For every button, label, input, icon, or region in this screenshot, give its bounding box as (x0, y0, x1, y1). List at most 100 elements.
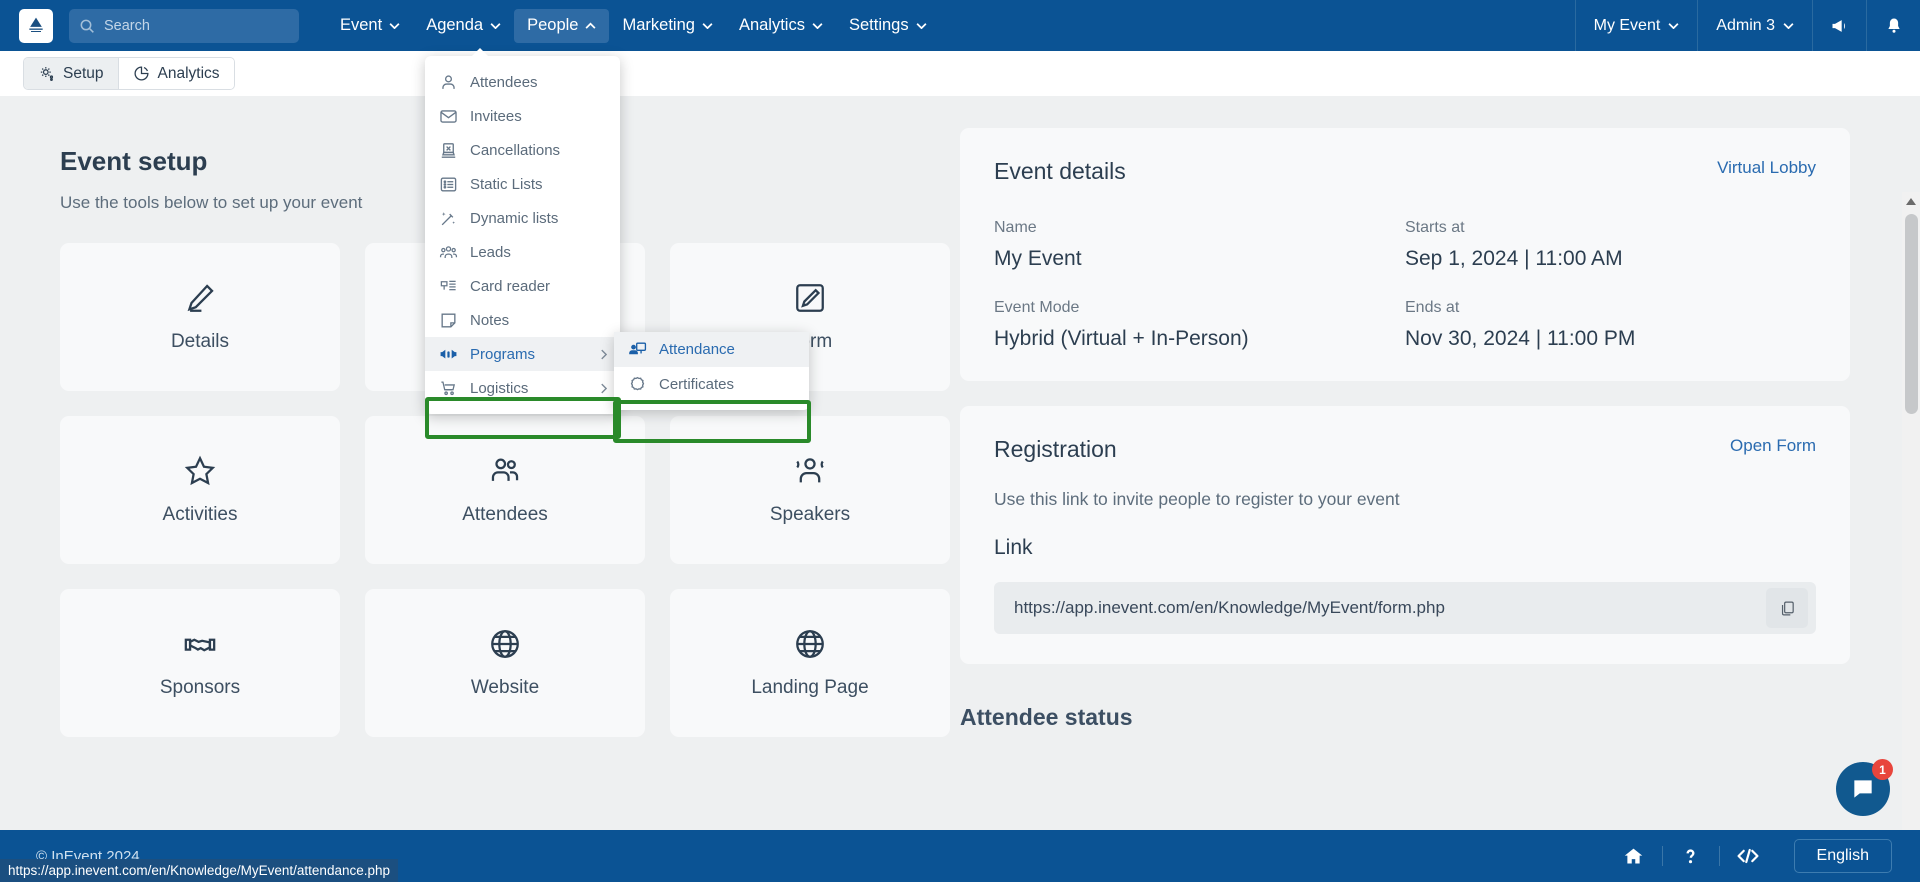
vertical-scrollbar[interactable] (1902, 192, 1920, 848)
tile-landing-page[interactable]: Landing Page (670, 589, 950, 737)
nav-item-agenda[interactable]: Agenda (413, 9, 514, 43)
search-box[interactable] (69, 8, 299, 43)
chevron-down-icon (389, 23, 400, 29)
nav-item-people[interactable]: People (514, 8, 610, 43)
nav-item-marketing[interactable]: Marketing (609, 9, 725, 43)
gear-icon (40, 67, 54, 81)
registration-url: https://app.inevent.com/en/Knowledge/MyE… (1014, 598, 1445, 617)
certificate-seal-icon (630, 376, 645, 391)
tile-speakers[interactable]: Speakers (670, 416, 950, 564)
chevron-right-icon (601, 349, 607, 359)
tile-attendees-label: Attendees (462, 504, 548, 525)
event-selector[interactable]: My Event (1576, 0, 1698, 51)
tile-activities[interactable]: Activities (60, 416, 340, 564)
scroll-up-arrow-icon[interactable] (1905, 196, 1917, 208)
search-input[interactable] (104, 17, 289, 34)
field-event-mode: Event Mode Hybrid (Virtual + In-Person) (994, 299, 1405, 351)
menu-item-notes-label: Notes (470, 311, 510, 329)
tile-website[interactable]: Website (365, 589, 645, 737)
tile-sponsors[interactable]: Sponsors (60, 589, 340, 737)
globe-icon (491, 630, 519, 658)
menu-item-leads[interactable]: Leads (425, 235, 620, 269)
nav-item-settings[interactable]: Settings (836, 9, 940, 43)
nav-label-settings: Settings (848, 16, 909, 34)
footer-code-button[interactable] (1720, 846, 1776, 866)
submenu-item-certificates-label: Certificates (659, 376, 735, 393)
footer-right-controls: English (1606, 839, 1892, 873)
menu-item-dynamic-lists[interactable]: Dynamic lists (425, 201, 620, 235)
nav-item-event[interactable]: Event (327, 9, 413, 43)
nav-label-marketing: Marketing (622, 16, 695, 34)
scrollbar-thumb[interactable] (1905, 214, 1918, 414)
help-icon (1686, 848, 1695, 863)
chat-unread-badge: 1 (1872, 759, 1893, 780)
announcements-button[interactable] (1813, 0, 1866, 51)
nav-item-analytics[interactable]: Analytics (726, 9, 836, 43)
registration-card: Registration Open Form Use this link to … (960, 406, 1850, 664)
note-icon (441, 312, 456, 328)
menu-item-attendees[interactable]: Attendees (425, 65, 620, 99)
cart-icon (441, 381, 456, 395)
menu-item-static-lists-label: Static Lists (470, 175, 543, 193)
registration-link-bar[interactable]: https://app.inevent.com/en/Knowledge/MyE… (994, 582, 1816, 634)
nav-label-event: Event (340, 16, 383, 34)
registration-link-label: Link (994, 536, 1033, 559)
pencil-icon (187, 284, 214, 312)
menu-item-cancellations[interactable]: Cancellations (425, 133, 620, 167)
field-event-mode-label: Event Mode (994, 299, 1080, 316)
search-icon (80, 19, 94, 33)
tab-analytics[interactable]: Analytics (117, 58, 234, 89)
menu-item-invitees[interactable]: Invitees (425, 99, 620, 133)
tile-details[interactable]: Details (60, 243, 340, 391)
menu-item-cancellations-label: Cancellations (470, 141, 561, 159)
tile-speakers-label: Speakers (769, 504, 851, 525)
submenu-item-attendance-label: Attendance (659, 341, 735, 358)
menu-item-logistics[interactable]: Logistics (425, 371, 620, 405)
event-details-title: Event details (994, 158, 1126, 184)
menu-item-programs-label: Programs (470, 345, 536, 363)
right-panel: Event details Virtual Lobby Name My Even… (960, 128, 1850, 731)
user-menu[interactable]: Admin 3 (1698, 0, 1812, 51)
megaphone-dual-icon (440, 349, 457, 358)
field-name-value: My Event (994, 247, 1082, 270)
footer-home-button[interactable] (1606, 846, 1662, 867)
attendee-status-title: Attendee status (960, 704, 1133, 730)
footer-help-button[interactable] (1663, 846, 1719, 867)
notifications-button[interactable] (1867, 0, 1920, 51)
tile-attendees[interactable]: Attendees (365, 416, 645, 564)
tab-setup[interactable]: Setup (24, 58, 118, 89)
language-selector[interactable]: English (1793, 839, 1892, 873)
envelope-icon (440, 109, 457, 123)
menu-item-card-reader[interactable]: Card reader (425, 269, 620, 303)
field-name: Name My Event (994, 219, 1405, 271)
page-body: Event setup Use the tools below to set u… (0, 96, 1920, 848)
menu-item-static-lists[interactable]: Static Lists (425, 167, 620, 201)
tile-details-label: Details (170, 331, 230, 352)
browser-status-url: https://app.inevent.com/en/Knowledge/MyE… (0, 859, 399, 882)
star-icon (184, 455, 216, 486)
event-details-fields: Name My Event Starts at Sep 1, 2024 | 11… (994, 219, 1816, 351)
nav-label-agenda: Agenda (426, 16, 484, 34)
submenu-item-certificates[interactable]: Certificates (614, 367, 809, 402)
people-icon (491, 458, 519, 481)
menu-item-notes[interactable]: Notes (425, 303, 620, 337)
event-details-header: Event details Virtual Lobby (994, 158, 1816, 185)
language-label: English (1816, 847, 1869, 864)
attendance-screen-icon (629, 342, 647, 355)
tab-group: Setup Analytics (23, 57, 235, 90)
inevent-logo[interactable] (19, 8, 53, 43)
person-icon (442, 74, 455, 89)
programs-submenu: Attendance Certificates (614, 332, 809, 410)
virtual-lobby-link[interactable]: Virtual Lobby (1717, 158, 1816, 178)
logo-mark-icon (29, 17, 43, 32)
user-menu-label: Admin 3 (1716, 16, 1775, 34)
field-name-label: Name (994, 219, 1037, 236)
menu-item-programs[interactable]: Programs (425, 337, 620, 371)
copy-link-button[interactable] (1766, 588, 1808, 628)
chat-bubble-icon (1854, 780, 1872, 798)
group-icon (439, 245, 458, 258)
people-dropdown-menu: Attendees Invitees Cancellations Static … (425, 48, 620, 414)
open-form-link[interactable]: Open Form (1730, 436, 1816, 456)
submenu-item-attendance[interactable]: Attendance (614, 332, 809, 367)
chat-widget-button[interactable]: 1 (1836, 759, 1893, 816)
